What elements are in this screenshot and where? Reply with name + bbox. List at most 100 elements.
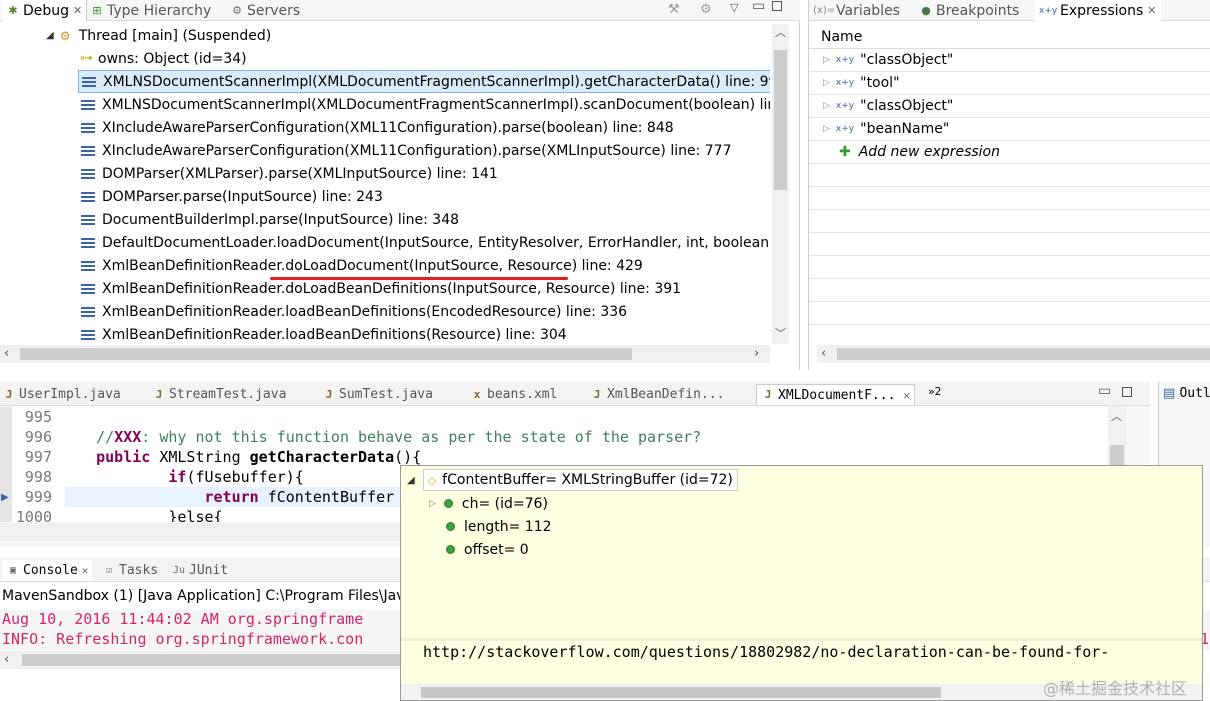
debug-vscrollbar[interactable]: ︿ ﹀ [772,24,789,344]
stack-frame-row[interactable]: XmlBeanDefinitionReader.doLoadBeanDefini… [78,277,681,300]
scroll-up-icon[interactable]: ︿ [1111,411,1122,423]
debug-hscrollbar[interactable]: ‹ › [0,345,770,363]
editor-tab-label: beans.xml [487,387,558,402]
scroll-left-icon[interactable]: ‹ [4,653,9,666]
watch-expression-icon: x+y [835,78,855,88]
expand-arrow-icon[interactable]: ◢ [407,475,415,486]
thread-row[interactable]: ◢ ⚙ Thread [main] (Suspended) [46,24,271,47]
maximize-icon[interactable] [772,1,782,11]
tab-variables[interactable]: (x)= Variables [813,0,900,21]
collapsed-arrow-icon[interactable]: ▷ [429,499,436,509]
collapsed-arrow-icon[interactable]: ▷ [823,124,830,134]
close-icon[interactable]: ✕ [82,564,89,577]
scroll-up-icon[interactable]: ︿ [775,27,786,39]
remove-terminated-icon[interactable]: ⚒ [668,2,680,17]
editor-tab[interactable]: x beans.xml [470,384,558,405]
hscroll-thumb[interactable] [421,687,941,698]
empty-row [809,210,1210,233]
code-text: (){ [394,448,422,466]
owns-row[interactable]: ⊶ owns: Object (id=34) [80,47,247,70]
hscroll-thumb[interactable] [20,348,632,360]
stack-frame-row[interactable]: XmlBeanDefinitionReader.doLoadDocument(I… [78,254,643,277]
scroll-left-icon[interactable]: ‹ [821,347,826,360]
stack-frame-icon [81,214,95,225]
collapsed-arrow-icon[interactable]: ▷ [823,55,830,65]
hscroll-thumb[interactable] [22,654,400,666]
java-file-icon: J [325,387,333,401]
hover-child-row[interactable]: length= 112 [446,515,552,538]
editor-tab[interactable]: J StreamTest.java [152,384,287,405]
maximize-icon[interactable] [1122,387,1132,397]
expression-row[interactable]: ▷ x+y "classObject" [809,95,1210,118]
expressions-hscrollbar[interactable]: ‹ [817,345,1210,363]
view-icon: ▣ [9,564,17,576]
tab-debug[interactable]: ✱ Debug ✕ [2,0,88,21]
stack-frame-row[interactable]: DOMParser(XMLParser).parse(XMLInputSourc… [78,162,498,185]
editor-tab[interactable]: J UserImpl.java [2,384,121,405]
console-tab[interactable]: ☑ Tasks [102,560,158,581]
editor-tab[interactable]: J XMLDocumentF... ✕ [756,384,916,405]
minimize-icon[interactable]: ▭ [752,0,765,14]
hover-child-row[interactable]: ▷ ch= (id=76) [429,492,548,515]
column-header-name: Name [821,29,863,45]
console-tab[interactable]: ▣ Console ✕ [2,560,93,581]
stack-frame-row[interactable]: XMLNSDocumentScannerImpl(XMLDocumentFrag… [78,93,770,116]
stack-frame-icon [81,283,95,294]
expression-label: "tool" [860,75,900,91]
tab-expressions[interactable]: x+y Expressions ✕ [1035,0,1161,21]
close-icon[interactable]: ✕ [73,4,82,17]
stack-frame-row[interactable]: XIncludeAwareParserConfiguration(XML11Co… [78,139,731,162]
console-tab[interactable]: Ju JUnit [172,560,228,581]
console-process: MavenSandbox (1) [Java Application] C:\P… [2,588,418,604]
expression-row[interactable]: ▷ x+y "beanName" [809,118,1210,141]
empty-row [809,279,1210,302]
stack-frame-row[interactable]: XMLNSDocumentScannerImpl(XMLDocumentFrag… [78,70,770,93]
column-header[interactable]: Name [809,26,1210,49]
minimize-icon[interactable]: ▭ [1098,383,1111,399]
expression-row[interactable]: ▷ x+y "classObject" [809,49,1210,72]
tab-overflow[interactable]: »2 [928,385,941,398]
close-icon[interactable]: ✕ [903,389,910,402]
scroll-down-icon[interactable]: ﹀ [775,328,786,340]
code-line: 997 public XMLString getCharacterData(){ [0,447,421,467]
console-tab-label: JUnit [189,563,229,578]
stack-frame-label: XmlBeanDefinitionReader.loadBeanDefiniti… [102,326,567,343]
tab-outline[interactable]: ▤ Outl [1163,386,1210,401]
variables-icon: (x)= [813,4,836,16]
stack-frame-icon [81,99,95,110]
tab-expressions-label: Expressions [1060,2,1144,19]
stack-frame-icon [81,237,95,248]
stack-frame-label: XmlBeanDefinitionReader.doLoadBeanDefini… [102,280,682,297]
editor-tab-label: UserImpl.java [19,387,121,402]
stack-frame-row[interactable]: XIncludeAwareParserConfiguration(XML11Co… [78,116,674,139]
expand-arrow-icon[interactable]: ◢ [46,30,54,41]
console-hscrollbar[interactable]: ‹ [0,651,400,669]
stack-frame-row[interactable]: DefaultDocumentLoader.loadDocument(Input… [78,231,770,254]
scroll-left-icon[interactable]: ‹ [4,347,9,360]
chevron-down-icon[interactable]: ▽ [730,1,738,14]
hover-root-row[interactable]: ◢ ◇ fContentBuffer= XMLStringBuffer (id=… [407,469,738,491]
scroll-right-icon[interactable]: › [754,347,759,360]
close-icon[interactable]: ✕ [1147,4,1156,17]
stack-frame-row[interactable]: DOMParser.parse(InputSource) line: 243 [78,185,383,208]
editor-tab-label: XmlBeanDefin... [607,387,725,402]
expression-row[interactable]: ▷ x+y "tool" [809,72,1210,95]
editor-tab[interactable]: J SumTest.java [322,384,433,405]
tab-type-hierarchy[interactable]: ⊞ Type Hierarchy [90,0,211,21]
stack-frame-row[interactable]: XmlBeanDefinitionReader.loadBeanDefiniti… [78,323,567,344]
hscroll-thumb[interactable] [837,348,1210,360]
tab-servers[interactable]: ⚙ Servers [230,0,300,21]
java-file-icon: x [473,387,481,401]
collapsed-arrow-icon[interactable]: ▷ [823,101,830,111]
key-icon: ⊶ [80,51,93,66]
tab-breakpoints[interactable]: ● Breakpoints [919,0,1019,21]
view-menu-icon[interactable]: ⚙ [700,2,712,17]
stack-frame-row[interactable]: XmlBeanDefinitionReader.loadBeanDefiniti… [78,300,627,323]
editor-tab[interactable]: J XmlBeanDefin... [590,384,725,405]
stack-frame-label: DOMParser.parse(InputSource) line: 243 [102,188,383,205]
hover-child-row[interactable]: offset= 0 [446,538,529,561]
stack-frame-row[interactable]: DocumentBuilderImpl.parse(InputSource) l… [78,208,459,231]
add-new-expression-row[interactable]: ✚ Add new expression [809,141,1210,164]
scroll-thumb[interactable] [774,50,787,190]
collapsed-arrow-icon[interactable]: ▷ [823,78,830,88]
